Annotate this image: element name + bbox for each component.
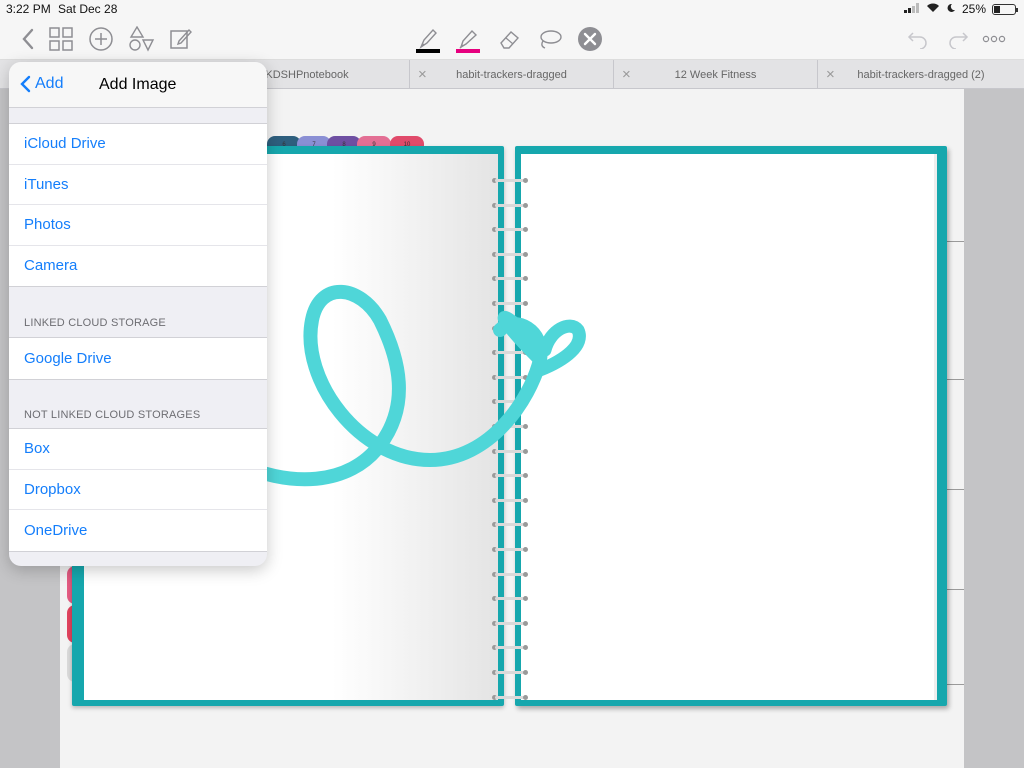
image-sources-group: iCloud Drive iTunes Photos Camera <box>9 123 267 287</box>
dropbox-item[interactable]: Dropbox <box>9 470 267 510</box>
onedrive-item[interactable]: OneDrive <box>9 510 267 551</box>
binding-ring <box>492 350 528 356</box>
binding-ring <box>492 620 528 626</box>
back-label: Add <box>35 75 64 92</box>
highlighter-tool-icon[interactable] <box>452 22 484 56</box>
lasso-icon[interactable] <box>534 22 566 56</box>
redo-icon[interactable] <box>942 22 974 56</box>
status-date: Sat Dec 28 <box>58 2 118 16</box>
photos-item[interactable]: Photos <box>9 205 267 246</box>
binding-ring <box>492 571 528 577</box>
linked-storage-header: LINKED CLOUD STORAGE <box>24 317 166 329</box>
not-linked-storage-header: NOT LINKED CLOUD STORAGES <box>24 409 201 421</box>
binding-ring <box>492 227 528 233</box>
back-chevron-icon[interactable] <box>12 22 44 56</box>
add-image-popover: Add Add Image iCloud Drive iTunes Photos… <box>9 62 267 566</box>
binding-ring <box>492 547 528 552</box>
binding-ring <box>492 645 528 651</box>
binding-ring <box>492 522 528 528</box>
close-tool-icon[interactable] <box>574 22 606 56</box>
planner-right-page[interactable] <box>515 146 947 706</box>
binding-ring <box>492 670 528 675</box>
battery-fill <box>994 5 1000 13</box>
binding-ring <box>492 178 528 183</box>
battery-percent: 25% <box>961 2 986 16</box>
binding-ring <box>492 448 528 454</box>
back-chevron-icon <box>20 75 31 93</box>
highlighter-color-indicator <box>456 49 480 53</box>
add-circle-icon[interactable] <box>85 22 117 56</box>
pen-tool-icon[interactable] <box>412 22 444 56</box>
not-linked-storage-group: Box Dropbox OneDrive <box>9 428 267 552</box>
linked-storage-group: Google Drive <box>9 337 267 380</box>
signal-icon <box>903 2 920 16</box>
popover-header: Add Add Image <box>9 62 267 108</box>
binding-ring <box>492 325 528 331</box>
back-button[interactable]: Add <box>19 75 63 93</box>
itunes-item[interactable]: iTunes <box>9 165 267 205</box>
binding-ring <box>492 596 528 602</box>
moon-icon <box>946 2 956 16</box>
tab-label: KDSHPnotebook <box>265 68 349 81</box>
binding-ring <box>492 399 528 405</box>
icloud-drive-item[interactable]: iCloud Drive <box>9 124 267 165</box>
undo-icon[interactable] <box>902 22 934 56</box>
status-bar: 3:22 PM Sat Dec 28 25% <box>0 0 1024 18</box>
status-time: 3:22 PM <box>6 2 51 16</box>
wifi-icon <box>926 2 940 16</box>
eraser-icon[interactable] <box>494 22 526 56</box>
box-item[interactable]: Box <box>9 429 267 470</box>
binding-ring <box>492 251 528 257</box>
camera-item[interactable]: Camera <box>9 246 267 287</box>
close-tab-icon[interactable]: × <box>826 66 835 83</box>
binding-ring <box>492 202 528 208</box>
tab-habit-trackers-dragged[interactable]: × habit-trackers-dragged <box>409 60 613 89</box>
close-tab-icon[interactable]: × <box>418 66 427 83</box>
shapes-icon[interactable] <box>125 22 157 56</box>
binding-ring <box>492 301 528 306</box>
right-paper <box>521 154 937 700</box>
binding-ring <box>492 374 528 380</box>
status-right: 25% <box>903 2 1018 16</box>
pen-color-indicator <box>416 49 440 53</box>
edit-icon[interactable] <box>165 22 197 56</box>
tab-label: 12 Week Fitness <box>674 68 757 81</box>
close-tab-icon[interactable]: × <box>622 66 631 83</box>
binding-ring <box>492 694 528 700</box>
more-options-icon[interactable] <box>978 22 1010 56</box>
grid-view-icon[interactable] <box>45 22 77 56</box>
tab-label: habit-trackers-dragged (2) <box>857 68 985 81</box>
binding-ring <box>492 497 528 503</box>
binding-ring <box>492 276 528 282</box>
tab-habit-trackers-dragged-2[interactable]: × habit-trackers-dragged (2) <box>817 60 1024 89</box>
binding-ring <box>492 473 528 479</box>
google-drive-item[interactable]: Google Drive <box>9 338 267 379</box>
tab-12-week-fitness[interactable]: × 12 Week Fitness <box>613 60 817 89</box>
binding-ring <box>492 424 528 429</box>
toolbar <box>0 18 1024 60</box>
tab-label: habit-trackers-dragged <box>456 68 567 81</box>
popover-title: Add Image <box>99 76 177 93</box>
battery-icon <box>992 3 1018 15</box>
